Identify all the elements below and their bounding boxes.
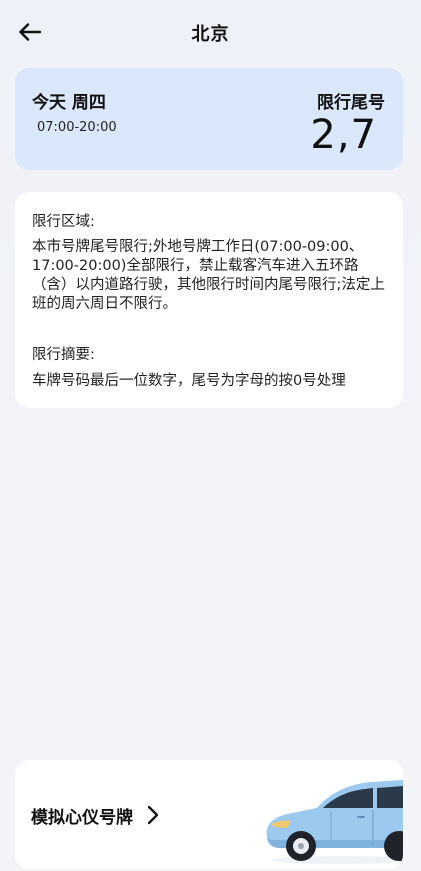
restriction-time-range: 07:00-20:00 [37,120,117,135]
restriction-area-title: 限行区域: [32,214,95,230]
restriction-area-body: 本市号牌尾号限行;外地号牌工作日(07:00-09:00、17:00-20:00… [32,239,385,312]
page-title: 北京 [191,24,230,45]
restriction-info-card: 限行区域: 本市号牌尾号限行;外地号牌工作日(07:00-09:00、17:00… [15,192,403,408]
restriction-summary-title: 限行摘要: [32,347,95,363]
car-illustration [266,780,403,864]
header-bar: 北京 [0,0,421,64]
chevron-right-icon [147,805,159,825]
simulate-plate-card[interactable]: 模拟心仪号牌 [15,760,403,869]
today-restriction-card: 今天 周四 07:00-20:00 限行尾号 2,7 [15,68,403,170]
limit-plate-numbers: 2,7 [310,112,377,158]
limit-plate-label: 限行尾号 [317,93,385,113]
simulate-plate-button[interactable]: 模拟心仪号牌 [31,800,159,830]
simulate-plate-label: 模拟心仪号牌 [31,807,133,828]
today-date-label: 今天 周四 [32,93,106,113]
restriction-summary-body: 车牌号码最后一位数字，尾号为字母的按0号处理 [32,373,346,389]
